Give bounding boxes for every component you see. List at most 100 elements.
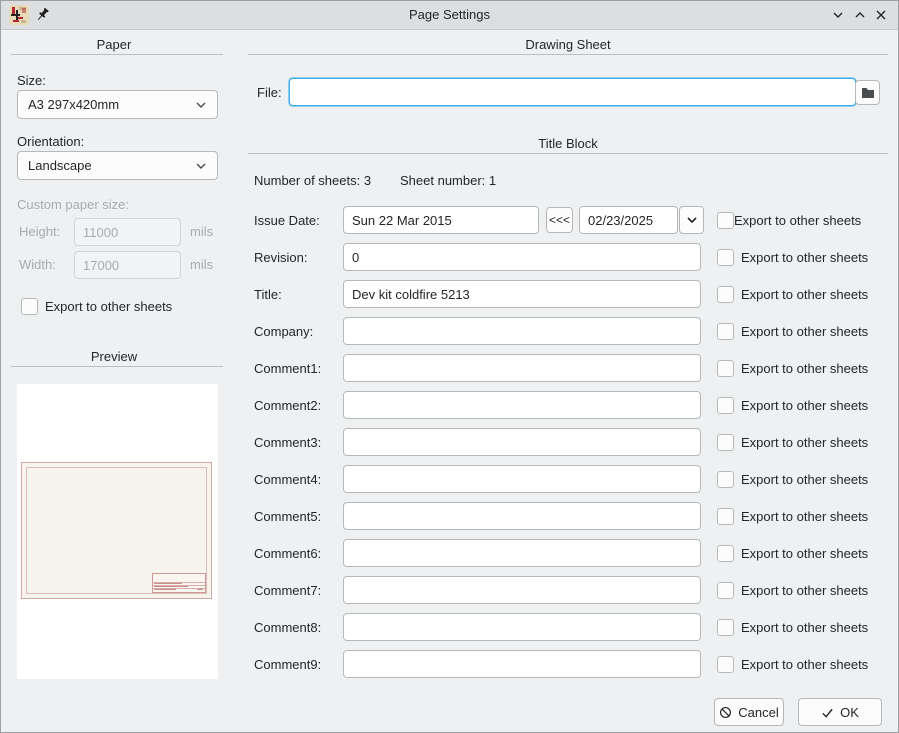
field-export-checkbox[interactable]	[717, 656, 734, 673]
field-export-label: Export to other sheets	[741, 250, 868, 265]
page-preview	[17, 384, 218, 679]
title-block-field-row: Comment9: Export to other sheets	[248, 650, 888, 678]
field-export-checkbox[interactable]	[717, 508, 734, 525]
title-block-field-row: Title: Export to other sheets	[248, 280, 888, 308]
field-label: Comment3:	[248, 435, 343, 450]
cancel-icon	[719, 706, 732, 719]
chevron-up-icon[interactable]	[852, 7, 868, 23]
size-select-value: A3 297x420mm	[28, 97, 119, 112]
field-export-label: Export to other sheets	[741, 361, 868, 376]
date-picker-dropdown-button[interactable]	[679, 206, 704, 234]
field-label: Comment8:	[248, 620, 343, 635]
paper-export-row: Export to other sheets	[21, 298, 172, 315]
field-export-label: Export to other sheets	[741, 657, 868, 672]
field-export-checkbox[interactable]	[717, 360, 734, 377]
field-label: Title:	[248, 287, 343, 302]
drawing-sheet-section-divider	[248, 54, 888, 55]
title-block-field-row: Comment1: Export to other sheets	[248, 354, 888, 382]
chevron-down-icon	[195, 101, 207, 109]
preview-title-block	[152, 573, 206, 593]
field-export-label: Export to other sheets	[741, 435, 868, 450]
field-input[interactable]	[343, 613, 701, 641]
field-export-checkbox[interactable]	[717, 582, 734, 599]
field-label: Revision:	[248, 250, 343, 265]
field-export-label: Export to other sheets	[741, 472, 868, 487]
title-block-field-row: Comment5: Export to other sheets	[248, 502, 888, 530]
number-of-sheets-text: Number of sheets: 3	[254, 173, 371, 189]
ok-button-label: OK	[840, 705, 859, 720]
paper-export-checkbox[interactable]	[21, 298, 38, 315]
field-export-checkbox[interactable]	[717, 323, 734, 340]
field-export-label: Export to other sheets	[741, 620, 868, 635]
issue-date-export-checkbox[interactable]	[717, 212, 734, 229]
field-export-label: Export to other sheets	[741, 546, 868, 561]
title-block-field-row: Comment8: Export to other sheets	[248, 613, 888, 641]
field-export-checkbox[interactable]	[717, 471, 734, 488]
field-export-checkbox[interactable]	[717, 286, 734, 303]
page-settings-dialog: Page Settings Paper Size: A3 297x420mm O…	[0, 0, 899, 733]
issue-date-export-label: Export to other sheets	[734, 213, 861, 228]
field-export-checkbox[interactable]	[717, 545, 734, 562]
field-export-label: Export to other sheets	[741, 509, 868, 524]
field-label: Comment1:	[248, 361, 343, 376]
issue-date-label: Issue Date:	[248, 213, 343, 228]
field-input[interactable]	[343, 354, 701, 382]
chevron-down-icon	[195, 162, 207, 170]
date-picker-input[interactable]	[579, 206, 678, 234]
field-export-label: Export to other sheets	[741, 398, 868, 413]
field-label: Comment7:	[248, 583, 343, 598]
field-input[interactable]	[343, 391, 701, 419]
size-label: Size:	[17, 73, 46, 89]
chevron-down-icon[interactable]	[830, 7, 846, 23]
width-label: Width:	[19, 257, 56, 273]
title-bar[interactable]: Page Settings	[1, 1, 898, 30]
folder-icon	[861, 87, 875, 99]
field-input[interactable]	[343, 539, 701, 567]
field-label: Company:	[248, 324, 343, 339]
field-export-checkbox[interactable]	[717, 249, 734, 266]
preview-sheet	[21, 462, 212, 599]
issue-date-input[interactable]	[343, 206, 539, 234]
field-input[interactable]	[343, 650, 701, 678]
title-block-field-row: Company: Export to other sheets	[248, 317, 888, 345]
title-block-field-row: Comment4: Export to other sheets	[248, 465, 888, 493]
size-select[interactable]: A3 297x420mm	[17, 90, 218, 119]
check-icon	[821, 706, 834, 719]
field-input[interactable]	[343, 465, 701, 493]
field-label: Comment2:	[248, 398, 343, 413]
field-input[interactable]	[343, 280, 701, 308]
field-input[interactable]	[343, 502, 701, 530]
orientation-select-value: Landscape	[28, 158, 92, 173]
height-input[interactable]	[74, 218, 181, 246]
height-label: Height:	[19, 224, 60, 240]
ok-button[interactable]: OK	[798, 698, 882, 726]
chevron-down-icon	[686, 216, 698, 224]
browse-file-button[interactable]	[855, 80, 880, 105]
field-input[interactable]	[343, 428, 701, 456]
field-export-checkbox[interactable]	[717, 619, 734, 636]
custom-paper-size-label: Custom paper size:	[17, 197, 129, 213]
field-export-checkbox[interactable]	[717, 397, 734, 414]
paper-section-divider	[11, 54, 223, 55]
preview-section-header: Preview	[9, 349, 219, 365]
field-label: Comment5:	[248, 509, 343, 524]
issue-date-row: Issue Date: <<< Export to other sheets	[248, 206, 888, 234]
field-export-label: Export to other sheets	[741, 287, 868, 302]
field-export-checkbox[interactable]	[717, 434, 734, 451]
field-export-label: Export to other sheets	[741, 583, 868, 598]
field-input[interactable]	[343, 317, 701, 345]
preview-section-divider	[11, 366, 223, 367]
cancel-button[interactable]: Cancel	[714, 698, 784, 726]
field-input[interactable]	[343, 576, 701, 604]
field-label: Comment9:	[248, 657, 343, 672]
copy-date-button[interactable]: <<<	[546, 207, 573, 233]
close-icon[interactable]	[873, 7, 889, 23]
orientation-select[interactable]: Landscape	[17, 151, 218, 180]
file-input[interactable]	[289, 78, 856, 106]
title-block-field-row: Comment3: Export to other sheets	[248, 428, 888, 456]
paper-export-label: Export to other sheets	[45, 299, 172, 314]
field-input[interactable]	[343, 243, 701, 271]
field-export-label: Export to other sheets	[741, 324, 868, 339]
width-input[interactable]	[74, 251, 181, 279]
height-units-label: mils	[190, 224, 213, 240]
